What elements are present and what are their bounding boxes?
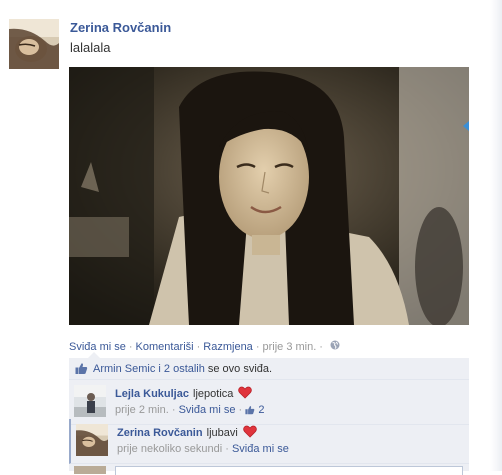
comment-time[interactable]: prije nekoliko sekundi [117, 443, 222, 455]
like-link[interactable]: Sviđa mi se [69, 341, 126, 353]
post-text: lalalala [70, 40, 111, 55]
comment-like-link[interactable]: Sviđa mi se [179, 404, 236, 416]
comment-author[interactable]: Lejla Kukuljac [115, 388, 189, 400]
likers-link[interactable]: Armin Semic i 2 ostalih [93, 363, 205, 375]
likes-summary: Armin Semic i 2 ostalih se ovo sviđa. [69, 358, 469, 380]
comment-like-link[interactable]: Sviđa mi se [232, 443, 289, 455]
separator: · [196, 340, 201, 353]
heart-icon [243, 425, 257, 441]
share-link[interactable]: Razmjena [203, 341, 253, 353]
write-comment-row [69, 463, 469, 475]
comment-time[interactable]: prije 2 min. [115, 404, 169, 416]
thumbs-up-icon [75, 362, 88, 375]
feedback-box: Armin Semic i 2 ostalih se ovo sviđa. Le… [69, 358, 469, 475]
globe-icon[interactable] [330, 340, 340, 353]
post-author-avatar[interactable] [9, 19, 59, 69]
post-actions-bar: Sviđa mi se · Komentariši · Razmjena · p… [69, 340, 340, 353]
comment-link[interactable]: Komentariši [136, 341, 194, 353]
likes-suffix: se ovo sviđa. [207, 362, 273, 375]
commenter-avatar[interactable] [76, 424, 108, 456]
comment-like-count[interactable]: 2 [258, 404, 264, 416]
separator: · [171, 404, 176, 416]
post-author-name[interactable]: Zerina Rovčanin [70, 20, 171, 35]
thumbs-up-icon[interactable] [245, 405, 255, 418]
comment-text: ljubavi [206, 427, 238, 439]
comment-item: Zerina Rovčanin ljubavi prije nekoliko s… [69, 419, 469, 464]
separator: · [128, 340, 133, 353]
post-photo[interactable] [69, 67, 469, 325]
separator: · [225, 443, 229, 455]
current-user-avatar [74, 466, 106, 474]
heart-icon [238, 386, 253, 402]
separator: · [238, 404, 243, 416]
post-timestamp[interactable]: prije 3 min. [262, 341, 316, 353]
side-pointer-icon [463, 121, 469, 131]
commenter-avatar[interactable] [74, 385, 106, 417]
separator: · [319, 340, 323, 353]
comment-author[interactable]: Zerina Rovčanin [117, 427, 203, 439]
comment-text: ljepotica [193, 388, 234, 400]
separator: · [255, 340, 260, 353]
